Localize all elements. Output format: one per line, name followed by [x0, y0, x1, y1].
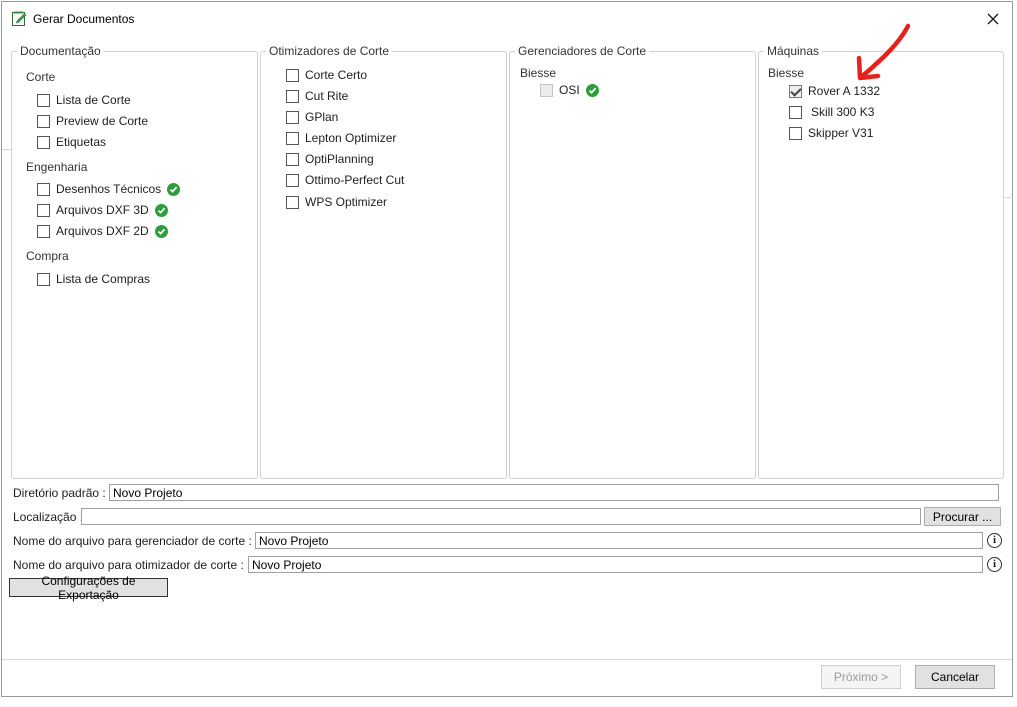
checkbox-box[interactable] — [37, 135, 50, 149]
checkbox-label: GPlan — [305, 110, 339, 124]
check-circle-icon — [154, 224, 168, 238]
diretorio-padrao-label: Diretório padrão : — [13, 486, 106, 500]
close-icon — [987, 13, 999, 25]
group-label-engenharia: Engenharia — [26, 160, 88, 174]
checkbox-label: Desenhos Técnicos — [56, 182, 162, 196]
checkbox-box[interactable] — [286, 195, 299, 209]
close-button[interactable] — [980, 7, 1006, 31]
group-label-corte: Corte — [26, 70, 56, 84]
checkbox-osi[interactable]: OSI — [540, 82, 599, 98]
checkbox-label: Corte Certo — [305, 68, 368, 82]
panel-legend: Documentação — [17, 44, 104, 58]
checkbox-lista-de-corte[interactable]: Lista de Corte — [37, 92, 131, 108]
checkbox-lista-de-compras[interactable]: Lista de Compras — [37, 271, 150, 287]
checkbox-rover-a-1332[interactable]: Rover A 1332 — [789, 83, 880, 99]
checkbox-preview-de-corte[interactable]: Preview de Corte — [37, 113, 148, 129]
checkbox-box[interactable] — [37, 93, 50, 107]
panel-legend: Máquinas — [764, 44, 823, 58]
checkbox-box[interactable] — [37, 114, 50, 128]
proximo-button[interactable]: Próximo > — [821, 665, 901, 689]
panel-maquinas: Máquinas Biesse Rover A 1332 Skill 300 K… — [758, 44, 1004, 479]
checkbox-box[interactable] — [37, 203, 50, 217]
group-label-compra: Compra — [26, 249, 69, 263]
checkbox-corte-certo[interactable]: Corte Certo — [286, 67, 367, 83]
checkbox-box[interactable] — [789, 105, 802, 119]
cancelar-button[interactable]: Cancelar — [915, 665, 995, 689]
info-icon[interactable]: i — [987, 557, 1002, 572]
arquivo-otimizador-label: Nome do arquivo para otimizador de corte… — [13, 558, 244, 572]
check-circle-icon — [585, 83, 599, 97]
panel-documentacao: Documentação Corte Lista de Corte Previe… — [11, 44, 258, 479]
checkbox-cut-rite[interactable]: Cut Rite — [286, 88, 348, 104]
checkbox-label: WPS Optimizer — [305, 195, 388, 209]
checkbox-box[interactable] — [286, 173, 299, 187]
checkbox-label: Arquivos DXF 2D — [56, 224, 149, 238]
arquivo-otimizador-input[interactable] — [248, 556, 983, 573]
checkbox-desenhos-tecnicos[interactable]: Desenhos Técnicos — [37, 181, 181, 197]
checkbox-label: Ottimo-Perfect Cut — [305, 173, 405, 187]
checkbox-skill-300-k3[interactable]: Skill 300 K3 — [789, 104, 874, 120]
checkbox-gplan[interactable]: GPlan — [286, 109, 338, 125]
group-label-biesse: Biesse — [520, 66, 557, 80]
checkbox-label: Lista de Compras — [56, 272, 151, 286]
checkbox-label: Skipper V31 — [808, 126, 874, 140]
checkbox-arquivos-dxf-3d[interactable]: Arquivos DXF 3D — [37, 202, 168, 218]
localizacao-input[interactable] — [81, 508, 921, 525]
checkbox-box[interactable] — [286, 110, 299, 124]
checkbox-box[interactable] — [37, 182, 50, 196]
localizacao-label: Localização : — [13, 510, 84, 524]
background-artifact — [1005, 197, 1013, 198]
diretorio-padrao-input[interactable] — [109, 484, 999, 501]
checkbox-label: OptiPlanning — [305, 152, 374, 166]
checkbox-lepton-optimizer[interactable]: Lepton Optimizer — [286, 130, 396, 146]
checkbox-box[interactable] — [37, 224, 50, 238]
checkbox-label: Arquivos DXF 3D — [56, 203, 149, 217]
checkbox-box[interactable] — [789, 84, 802, 98]
checkbox-ottimo-perfect-cut[interactable]: Ottimo-Perfect Cut — [286, 172, 404, 188]
checkbox-box[interactable] — [286, 131, 299, 145]
window-title: Gerar Documentos — [33, 12, 135, 26]
checkbox-box[interactable] — [286, 89, 299, 103]
arquivo-gerenciador-input[interactable] — [255, 532, 983, 549]
checkbox-skipper-v31[interactable]: Skipper V31 — [789, 125, 873, 141]
panel-legend: Gerenciadores de Corte — [515, 44, 650, 58]
checkbox-optiplanning[interactable]: OptiPlanning — [286, 151, 374, 167]
check-circle-icon — [154, 203, 168, 217]
document-edit-icon — [12, 11, 27, 26]
checkbox-arquivos-dxf-2d[interactable]: Arquivos DXF 2D — [37, 223, 168, 239]
checkbox-label: Rover A 1332 — [808, 84, 881, 98]
check-circle-icon — [167, 182, 181, 196]
checkbox-box[interactable] — [286, 152, 299, 166]
annotation-arrow-icon — [856, 23, 911, 81]
checkbox-box[interactable] — [540, 83, 553, 97]
gerar-documentos-dialog: Gerar Documentos Documentação Corte List… — [1, 1, 1013, 697]
checkbox-label: Etiquetas — [56, 135, 107, 149]
group-label-biesse: Biesse — [768, 66, 805, 80]
panel-legend: Otimizadores de Corte — [266, 44, 393, 58]
checkbox-wps-optimizer[interactable]: WPS Optimizer — [286, 194, 387, 210]
configuracoes-exportacao-button[interactable]: Configurações de Exportação — [9, 574, 168, 602]
checkbox-label: OSI — [559, 83, 580, 97]
info-icon[interactable]: i — [987, 533, 1002, 548]
checkbox-label: Preview de Corte — [56, 114, 149, 128]
checkbox-etiquetas[interactable]: Etiquetas — [37, 134, 106, 150]
procurar-button[interactable]: Procurar ... — [924, 507, 1001, 526]
checkbox-label: Lista de Corte — [56, 93, 131, 107]
panel-otimizadores-de-corte: Otimizadores de Corte Corte Certo Cut Ri… — [260, 44, 507, 479]
checkbox-label: Skill 300 K3 — [811, 105, 875, 119]
checkbox-box[interactable] — [789, 126, 802, 140]
checkbox-box[interactable] — [37, 272, 50, 286]
checkbox-label: Cut Rite — [305, 89, 349, 103]
checkbox-box[interactable] — [286, 68, 299, 82]
panel-gerenciadores-de-corte: Gerenciadores de Corte Biesse OSI — [509, 44, 756, 479]
checkbox-label: Lepton Optimizer — [305, 131, 397, 145]
arquivo-gerenciador-label: Nome do arquivo para gerenciador de cort… — [13, 534, 252, 548]
footer-divider — [2, 659, 1012, 660]
